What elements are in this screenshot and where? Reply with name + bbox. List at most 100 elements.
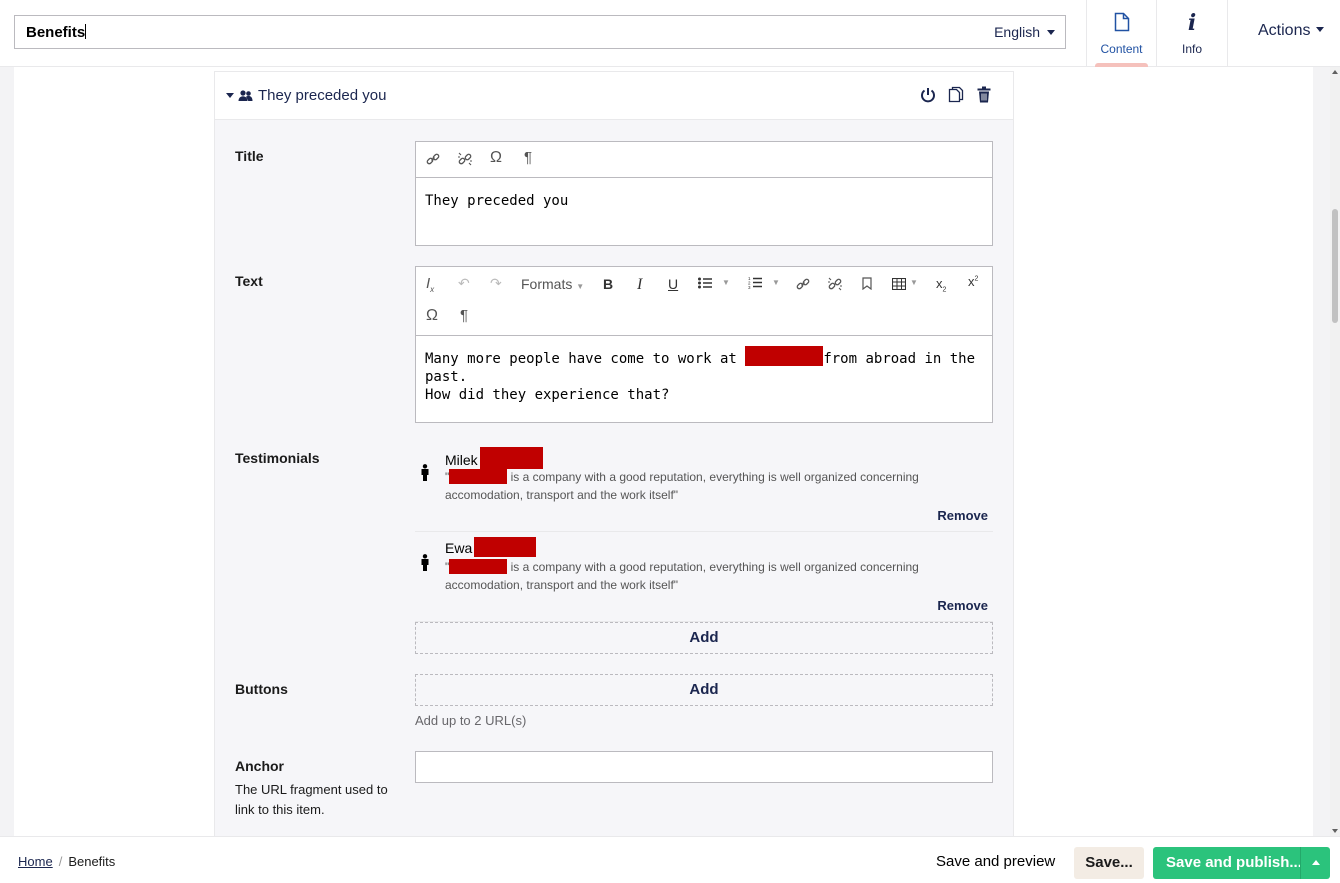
undo-icon[interactable]: ↶ — [458, 275, 470, 292]
people-icon — [238, 89, 253, 107]
numbered-list-icon[interactable]: 123 — [748, 276, 762, 292]
save-button[interactable]: Save... — [1074, 847, 1144, 879]
text-paragraph-line2: How did they experience that? — [425, 387, 670, 403]
content-name-value: Benefits — [26, 24, 87, 41]
text-paragraph-part1: Many more people have come to work at — [425, 351, 737, 367]
text-editor-body[interactable]: Many more people have come to work at fr… — [416, 336, 992, 414]
show-blocks-icon[interactable]: ¶ — [524, 149, 532, 166]
redaction-block — [449, 469, 508, 484]
breadcrumb: Home / Benefits — [18, 854, 115, 869]
link-icon[interactable] — [426, 152, 440, 169]
underline-icon[interactable]: U — [668, 276, 678, 292]
save-and-publish-label: Save and publish... — [1166, 854, 1302, 871]
scroll-up-arrow-icon[interactable] — [1332, 70, 1338, 74]
publish-options-caret-icon[interactable] — [1300, 847, 1330, 879]
editor-header: Benefits English Content i Info Actions — [0, 0, 1340, 67]
person-icon — [420, 464, 430, 486]
title-rich-text-editor[interactable]: Ω ¶ They preceded you — [415, 141, 993, 246]
text-property-label: Text — [235, 273, 263, 289]
save-and-preview-button[interactable]: Save and preview — [927, 847, 1064, 879]
testimonial-quote-text: is a company with a good reputation, eve… — [510, 470, 919, 484]
text-rich-text-editor[interactable]: Ix ↶ ↷ Formats ▼ B I U ▼ 123 ▼ ▼ x2 x2 Ω… — [415, 266, 993, 423]
special-character-icon[interactable]: Ω — [490, 149, 502, 167]
bullet-list-icon[interactable] — [698, 276, 712, 292]
scrollbar-thumb[interactable] — [1332, 209, 1338, 323]
testimonial-item[interactable]: Ewa " is a company with a good reputatio… — [415, 532, 993, 622]
anchor-property-label: Anchor — [235, 758, 284, 774]
content-area: They preceded you Title Ω ¶ They precede… — [14, 67, 1313, 836]
tab-content[interactable]: Content — [1086, 0, 1156, 67]
redaction-block — [479, 447, 543, 469]
language-selector[interactable]: English — [994, 24, 1055, 40]
testimonial-name: Ewa — [445, 537, 537, 557]
tab-info[interactable]: i Info — [1156, 0, 1227, 66]
tab-content-label: Content — [1100, 42, 1143, 56]
breadcrumb-current: Benefits — [68, 854, 116, 869]
special-character-icon[interactable]: Ω — [426, 307, 438, 325]
testimonial-quote: " is a company with a good reputation, e… — [445, 558, 945, 594]
block-header[interactable]: They preceded you — [215, 72, 1013, 120]
testimonial-name: Milek — [445, 447, 543, 469]
power-icon[interactable] — [919, 86, 937, 109]
block-list-item: They preceded you Title Ω ¶ They precede… — [214, 71, 1014, 836]
title-value: They preceded you — [425, 193, 569, 209]
editor-footer: Home / Benefits Save and preview Save... S… — [0, 836, 1340, 883]
bold-icon[interactable]: B — [603, 276, 613, 292]
content-name-input[interactable]: Benefits English — [14, 15, 1066, 49]
scroll-down-arrow-icon[interactable] — [1332, 829, 1338, 833]
remove-testimonial-button[interactable]: Remove — [937, 598, 988, 613]
collapse-caret-icon[interactable] — [226, 93, 234, 98]
redaction-block — [474, 537, 537, 557]
chevron-down-icon — [1316, 27, 1325, 32]
remove-testimonial-button[interactable]: Remove — [937, 508, 988, 523]
formats-label: Formats — [521, 276, 573, 292]
chevron-down-icon[interactable]: ▼ — [772, 278, 780, 287]
actions-menu-button[interactable]: Actions — [1227, 0, 1340, 66]
buttons-hint: Add up to 2 URL(s) — [415, 713, 527, 728]
subscript-icon[interactable]: x2 — [936, 276, 946, 294]
unlink-icon[interactable] — [458, 152, 472, 169]
link-icon[interactable] — [796, 277, 810, 294]
block-title: They preceded you — [258, 87, 387, 104]
clear-formatting-icon[interactable]: Ix — [426, 275, 434, 294]
actions-label: Actions — [1258, 22, 1311, 39]
testimonial-name-text: Ewa — [445, 540, 473, 556]
superscript-icon[interactable]: x2 — [968, 274, 978, 289]
testimonial-quote-line2: accomodation, transport and the work its… — [445, 578, 679, 592]
redo-icon[interactable]: ↷ — [490, 275, 502, 292]
formats-dropdown[interactable]: Formats ▼ — [521, 276, 584, 292]
testimonial-quote: " is a company with a good reputation, e… — [445, 468, 945, 504]
anchor-input[interactable] — [415, 751, 993, 783]
chevron-down-icon: ▼ — [576, 282, 585, 291]
title-property-label: Title — [235, 148, 264, 164]
title-editor-body[interactable]: They preceded you — [416, 178, 992, 220]
bookmark-icon[interactable] — [862, 277, 872, 293]
testimonials-property-label: Testimonials — [235, 450, 320, 466]
unlink-icon[interactable] — [828, 277, 842, 294]
testimonial-quote-text: is a company with a good reputation, eve… — [510, 560, 919, 574]
testimonial-item[interactable]: Milek " is a company with a good reputat… — [415, 442, 993, 532]
breadcrumb-separator: / — [58, 854, 63, 869]
breadcrumb-home-link[interactable]: Home — [18, 854, 53, 869]
person-icon — [420, 554, 430, 576]
show-blocks-icon[interactable]: ¶ — [460, 307, 468, 324]
main-scrollbar[interactable] — [1330, 67, 1340, 836]
text-editor-toolbar: Ix ↶ ↷ Formats ▼ B I U ▼ 123 ▼ ▼ x2 x2 Ω… — [416, 267, 992, 336]
anchor-description: The URL fragment used to link to this it… — [235, 782, 388, 817]
trash-icon[interactable] — [977, 86, 991, 108]
title-editor-toolbar: Ω ¶ — [416, 142, 992, 178]
svg-text:3: 3 — [748, 285, 751, 289]
add-testimonial-button[interactable]: Add — [415, 622, 993, 654]
copy-icon[interactable] — [948, 86, 964, 108]
italic-icon[interactable]: I — [637, 276, 642, 294]
table-icon[interactable] — [891, 277, 907, 293]
tab-info-label: Info — [1181, 42, 1202, 56]
buttons-property-label: Buttons — [235, 681, 288, 697]
info-icon: i — [1187, 10, 1197, 36]
save-and-publish-button[interactable]: Save and publish... — [1153, 847, 1330, 879]
document-icon — [1114, 12, 1130, 35]
chevron-down-icon[interactable]: ▼ — [910, 278, 918, 287]
chevron-down-icon[interactable]: ▼ — [722, 278, 730, 287]
redaction-block — [449, 559, 508, 574]
add-button-button[interactable]: Add — [415, 674, 993, 706]
